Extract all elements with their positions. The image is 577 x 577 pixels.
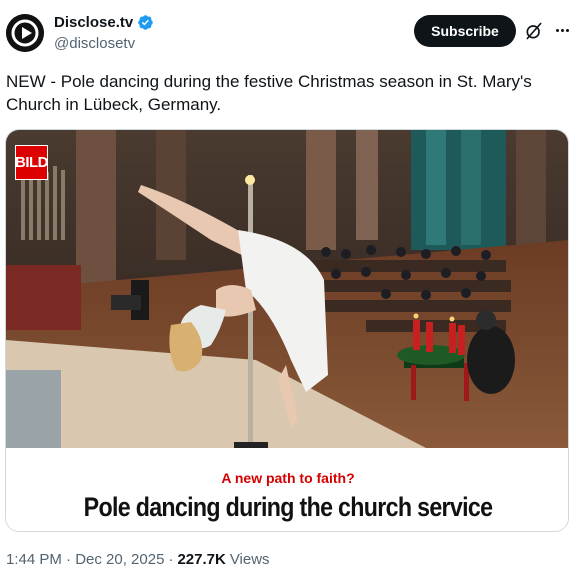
tweet-media[interactable]: BILD A new path to faith? Pole dancing d… bbox=[5, 129, 569, 532]
timestamp[interactable]: 1:44 PM · Dec 20, 2025 bbox=[6, 551, 164, 568]
media-kicker: A new path to faith? bbox=[221, 470, 355, 486]
tweet-text: NEW - Pole dancing during the festive Ch… bbox=[6, 72, 532, 114]
play-logo-icon bbox=[6, 14, 44, 52]
views-count: 227.7K bbox=[177, 551, 226, 568]
verified-badge-icon bbox=[138, 15, 153, 30]
author-handle[interactable]: @disclosetv bbox=[54, 35, 135, 52]
views-label: Views bbox=[229, 551, 270, 568]
grok-icon[interactable] bbox=[524, 21, 544, 41]
author-name-row: Disclose.tv bbox=[54, 14, 154, 31]
more-options-icon[interactable] bbox=[551, 19, 573, 41]
tweet-header: Disclose.tv @disclosetv Subscribe bbox=[0, 0, 577, 66]
meta-separator: · bbox=[168, 551, 174, 568]
media-headline: Pole dancing during the church service bbox=[83, 492, 493, 522]
bild-logo: BILD bbox=[15, 145, 49, 180]
church-photo bbox=[6, 130, 568, 448]
avatar[interactable] bbox=[6, 14, 44, 52]
media-caption: A new path to faith? Pole dancing during… bbox=[6, 448, 568, 531]
author-name[interactable]: Disclose.tv bbox=[54, 14, 133, 31]
subscribe-button[interactable]: Subscribe bbox=[414, 15, 516, 47]
tweet-meta: 1:44 PM · Dec 20, 2025 · 227.7K Views bbox=[6, 551, 270, 568]
